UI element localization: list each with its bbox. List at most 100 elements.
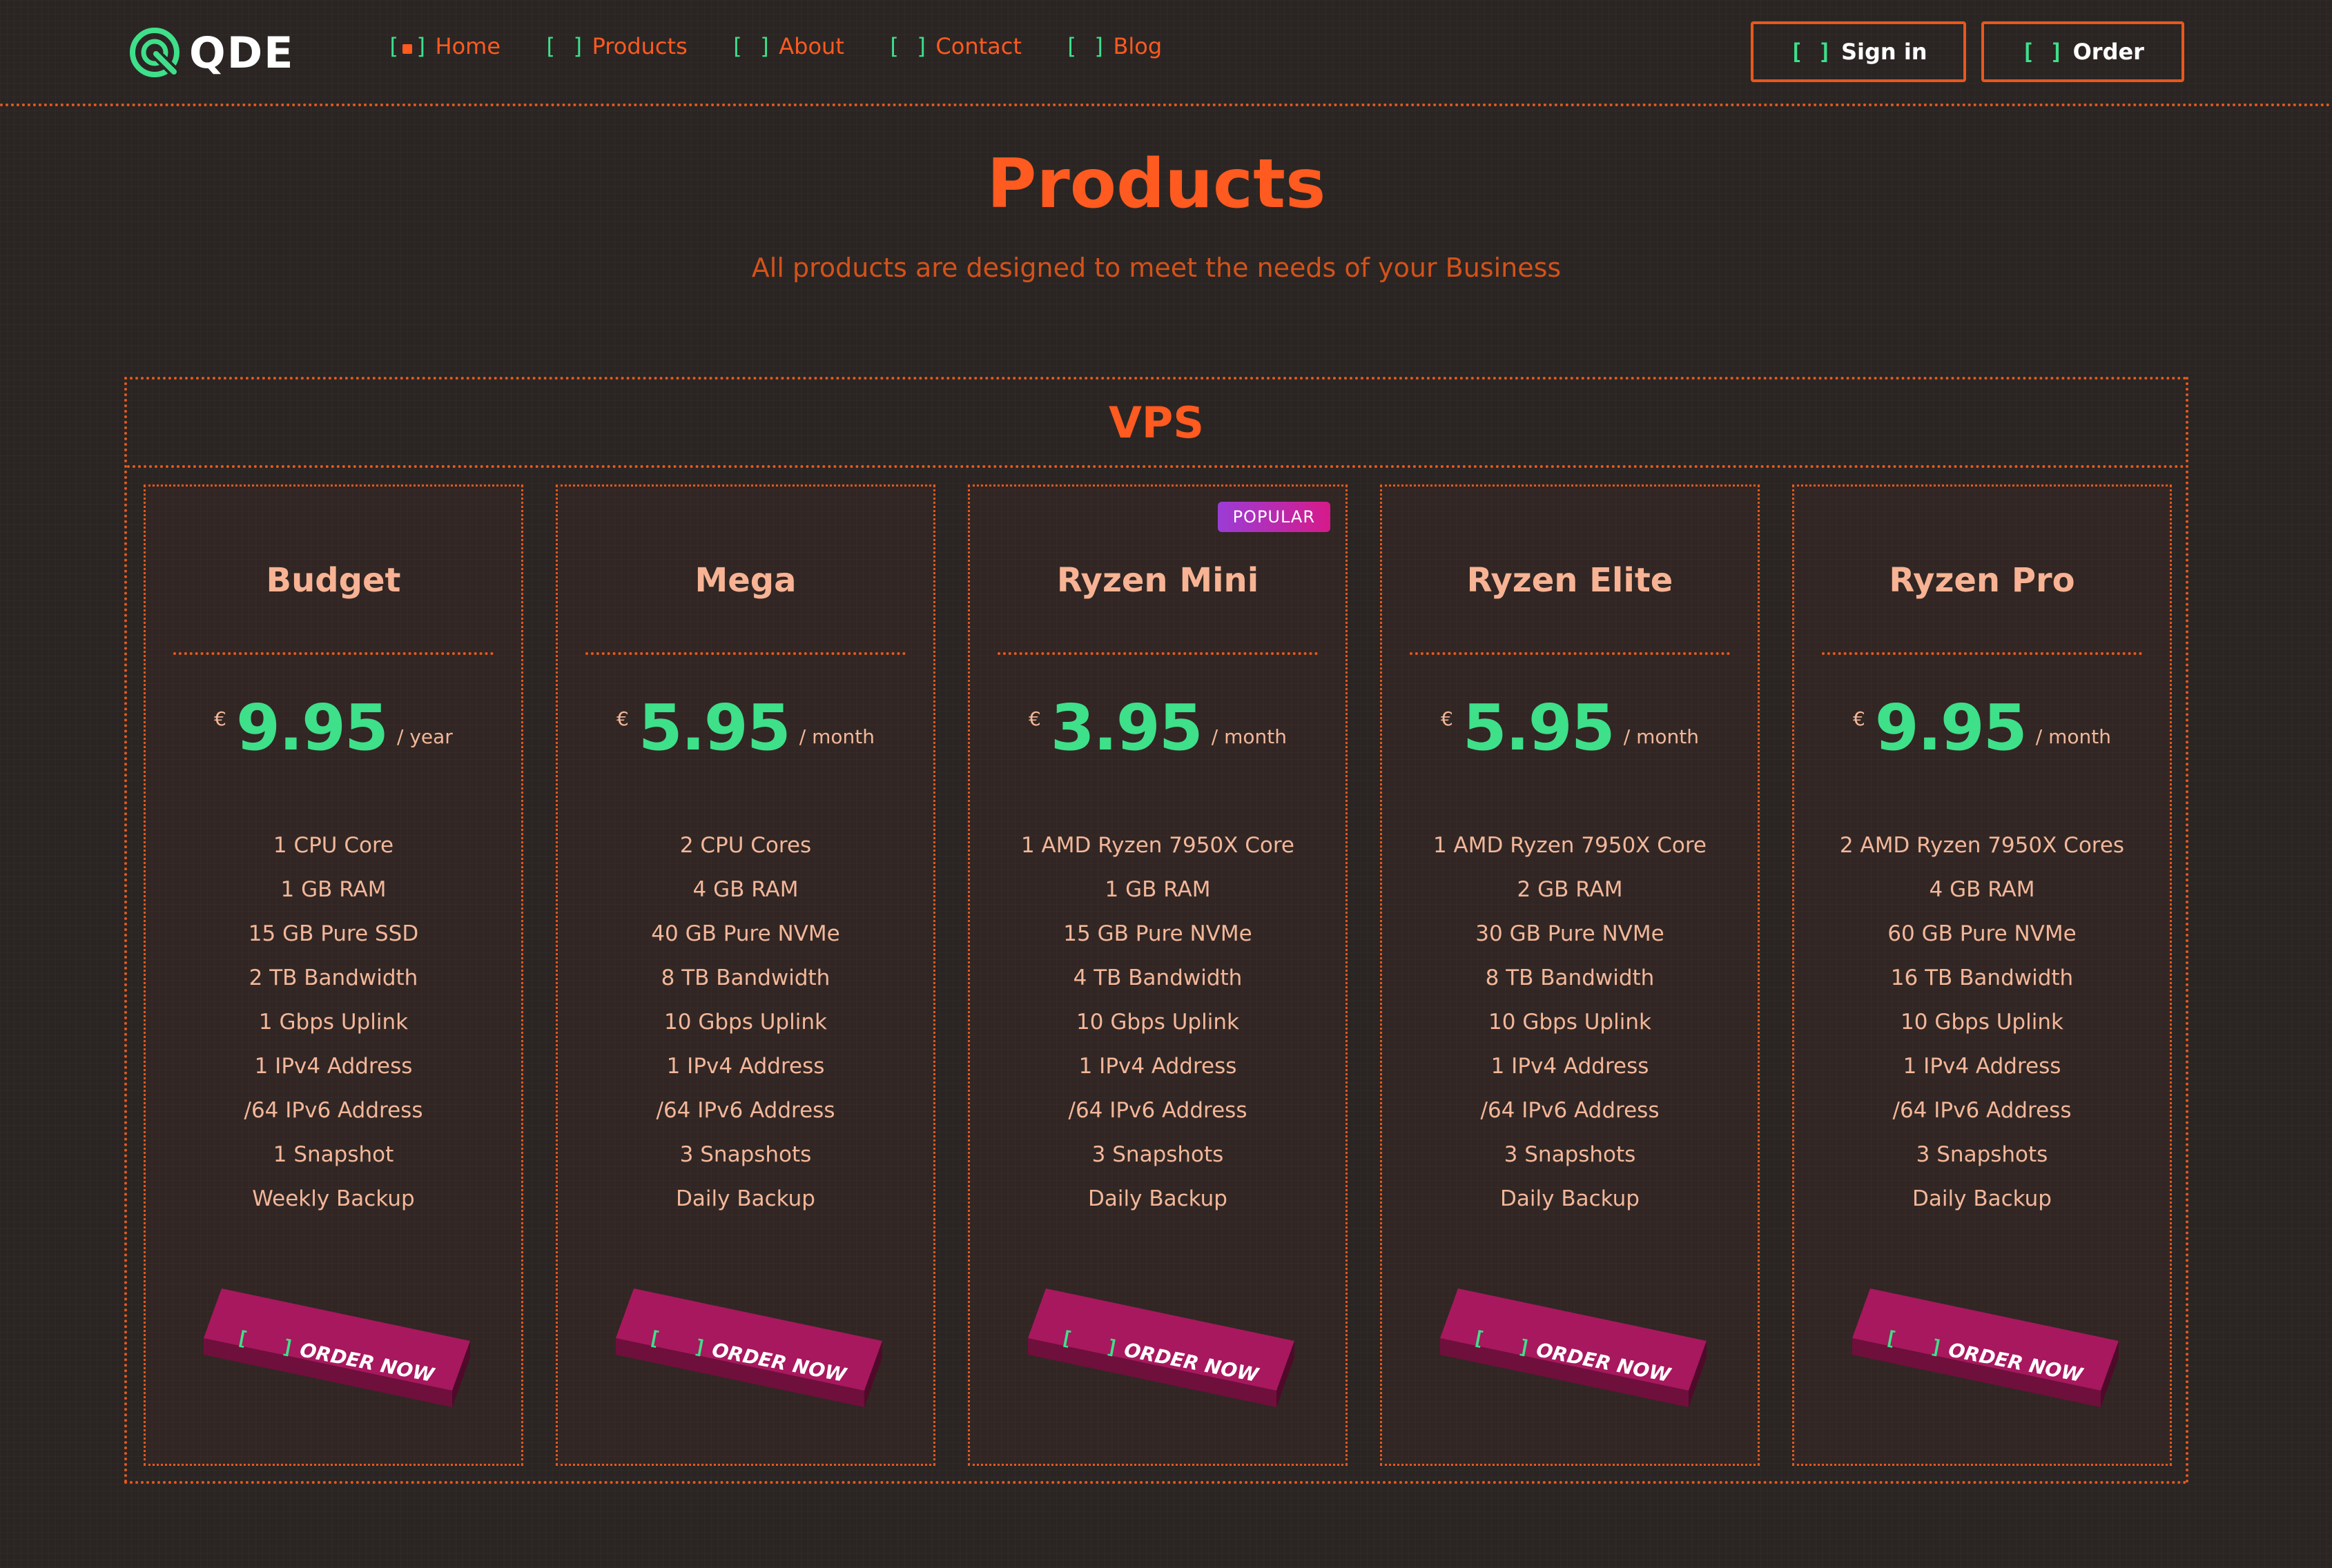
currency-symbol: € xyxy=(616,707,629,730)
feature-item: 40 GB Pure NVMe xyxy=(651,921,840,946)
divider xyxy=(998,652,1318,655)
feature-item: 1 CPU Core xyxy=(273,833,394,858)
feature-item: 8 TB Bandwidth xyxy=(661,966,830,990)
price-amount: 3.95 xyxy=(1050,691,1203,765)
divider xyxy=(585,652,906,655)
order-label: Order xyxy=(2072,39,2144,65)
bracket-icon: ] xyxy=(1104,1335,1120,1360)
feature-item: 1 GB RAM xyxy=(280,877,387,902)
feature-list: 2 AMD Ryzen 7950X Cores 4 GB RAM 60 GB Pur… xyxy=(1794,823,2170,1221)
order-now-button[interactable]: [] ORDER NOW xyxy=(1851,1287,2120,1425)
feature-item: 1 GB RAM xyxy=(1105,877,1211,902)
feature-item: /64 IPv6 Address xyxy=(244,1098,423,1123)
bracket-icon: ] xyxy=(280,1335,296,1360)
currency-symbol: € xyxy=(1028,707,1041,730)
feature-item: 30 GB Pure NVMe xyxy=(1475,921,1664,946)
feature-item: 1 IPv4 Address xyxy=(1078,1054,1237,1079)
feature-item: 16 TB Bandwidth xyxy=(1890,966,2074,990)
bracket-icon: ] xyxy=(1516,1335,1533,1360)
popular-badge: POPULAR xyxy=(1217,502,1330,532)
logo-text: QDE xyxy=(189,27,295,78)
price-amount: 5.95 xyxy=(1462,691,1615,765)
plan-price: € 9.95 / year xyxy=(146,694,521,763)
feature-item: 1 Snapshot xyxy=(273,1142,394,1167)
feature-item: 4 GB RAM xyxy=(692,877,799,902)
plan-card: Ryzen Elite € 5.95 / month 1 AMD Ryzen 7… xyxy=(1380,484,1760,1466)
feature-list: 1 AMD Ryzen 7950X Core 1 GB RAM 15 GB Pure… xyxy=(970,823,1345,1221)
feature-item: Daily Backup xyxy=(1500,1186,1640,1211)
nav-label: About xyxy=(779,33,844,59)
feature-item: /64 IPv6 Address xyxy=(656,1098,835,1123)
bracket-icon: [ ] xyxy=(543,33,585,59)
feature-item: /64 IPv6 Address xyxy=(1068,1098,1247,1123)
bracket-icon: [ ] xyxy=(730,33,773,59)
plan-name: Budget xyxy=(266,561,401,600)
feature-item: 10 Gbps Uplink xyxy=(1901,1010,2063,1035)
site-header: QDE [] Home [ ] Products [ ] About [ ] C… xyxy=(0,0,2332,106)
feature-item: 1 AMD Ryzen 7950X Core xyxy=(1020,833,1295,858)
plan-card: Budget € 9.95 / year 1 CPU Core 1 GB RAM 1… xyxy=(144,484,523,1466)
main-nav: [] Home [ ] Products [ ] About [ ] Conta… xyxy=(387,33,1205,59)
nav-item-home[interactable]: [] Home xyxy=(387,33,501,59)
order-button[interactable]: [ ] Order xyxy=(1981,21,2184,82)
page-subtitle: All products are designed to meet the ne… xyxy=(751,253,1562,283)
nav-item-products[interactable]: [ ] Products xyxy=(543,33,688,59)
plan-card: Ryzen Pro € 9.95 / month 2 AMD Ryzen 795… xyxy=(1792,484,2172,1466)
plan-price: € 5.95 / month xyxy=(558,694,933,763)
order-now-button[interactable]: [] ORDER NOW xyxy=(1439,1287,1708,1425)
bracket-icon: [ ] xyxy=(886,33,929,59)
active-dot-icon xyxy=(402,44,413,54)
bracket-icon: [ ] xyxy=(2021,39,2063,65)
feature-list: 1 AMD Ryzen 7950X Core 2 GB RAM 30 GB Pure… xyxy=(1382,823,1758,1221)
feature-item: 2 AMD Ryzen 7950X Cores xyxy=(1839,833,2125,858)
feature-item: 1 Gbps Uplink xyxy=(258,1010,409,1035)
divider xyxy=(1410,652,1730,655)
page-title: Products xyxy=(987,145,1326,224)
plan-price: € 5.95 / month xyxy=(1382,694,1758,763)
price-amount: 9.95 xyxy=(236,691,389,765)
sign-in-button[interactable]: [ ] Sign in xyxy=(1751,21,1966,82)
feature-item: 60 GB Pure NVMe xyxy=(1887,921,2077,946)
plan-card: Mega € 5.95 / month 2 CPU Cores 4 GB RAM 4… xyxy=(556,484,935,1466)
feature-list: 2 CPU Cores 4 GB RAM 40 GB Pure NVMe 8 TB B… xyxy=(558,823,933,1221)
price-period: / month xyxy=(1623,725,1700,748)
bracket-icon: [] xyxy=(387,33,429,59)
price-amount: 5.95 xyxy=(638,691,791,765)
nav-label: Blog xyxy=(1113,33,1163,59)
logo[interactable]: QDE xyxy=(128,26,295,79)
order-now-button[interactable]: [] ORDER NOW xyxy=(614,1287,884,1425)
feature-item: 1 IPv4 Address xyxy=(666,1054,825,1079)
bracket-icon: ] xyxy=(1928,1335,1945,1360)
feature-item: 2 TB Bandwidth xyxy=(249,966,418,990)
price-period: / month xyxy=(2035,725,2112,748)
feature-item: 8 TB Bandwidth xyxy=(1485,966,1655,990)
feature-item: 1 IPv4 Address xyxy=(1903,1054,2061,1079)
feature-item: 3 Snapshots xyxy=(1916,1142,2048,1167)
feature-item: 15 GB Pure NVMe xyxy=(1063,921,1252,946)
feature-item: Daily Backup xyxy=(1912,1186,2052,1211)
order-now-button[interactable]: [] ORDER NOW xyxy=(1027,1287,1296,1425)
feature-item: 10 Gbps Uplink xyxy=(1488,1010,1651,1035)
feature-item: 15 GB Pure SSD xyxy=(248,921,419,946)
plan-price: € 3.95 / month xyxy=(970,694,1345,763)
feature-list: 1 CPU Core 1 GB RAM 15 GB Pure SSD 2 TB Ban… xyxy=(146,823,521,1221)
nav-item-about[interactable]: [ ] About xyxy=(730,33,844,59)
feature-item: /64 IPv6 Address xyxy=(1892,1098,2072,1123)
nav-item-blog[interactable]: [ ] Blog xyxy=(1065,33,1162,59)
feature-item: 3 Snapshots xyxy=(1091,1142,1224,1167)
nav-item-contact[interactable]: [ ] Contact xyxy=(887,33,1022,59)
qde-logo-icon xyxy=(130,28,181,79)
section-title: VPS xyxy=(127,380,2186,468)
order-now-button[interactable]: [] ORDER NOW xyxy=(202,1287,472,1425)
nav-label: Contact xyxy=(935,33,1022,59)
plan-card: POPULAR Ryzen Mini € 3.95 / month 1 AMD R… xyxy=(968,484,1348,1466)
bracket-icon: [ ] xyxy=(1064,33,1107,59)
nav-label: Home xyxy=(435,33,501,59)
divider xyxy=(1822,652,2142,655)
feature-item: Daily Backup xyxy=(1088,1186,1227,1211)
plan-name: Ryzen Elite xyxy=(1466,561,1673,600)
currency-symbol: € xyxy=(1852,707,1865,730)
divider xyxy=(173,652,494,655)
plan-name: Mega xyxy=(694,561,797,600)
price-period: / year xyxy=(397,725,453,748)
